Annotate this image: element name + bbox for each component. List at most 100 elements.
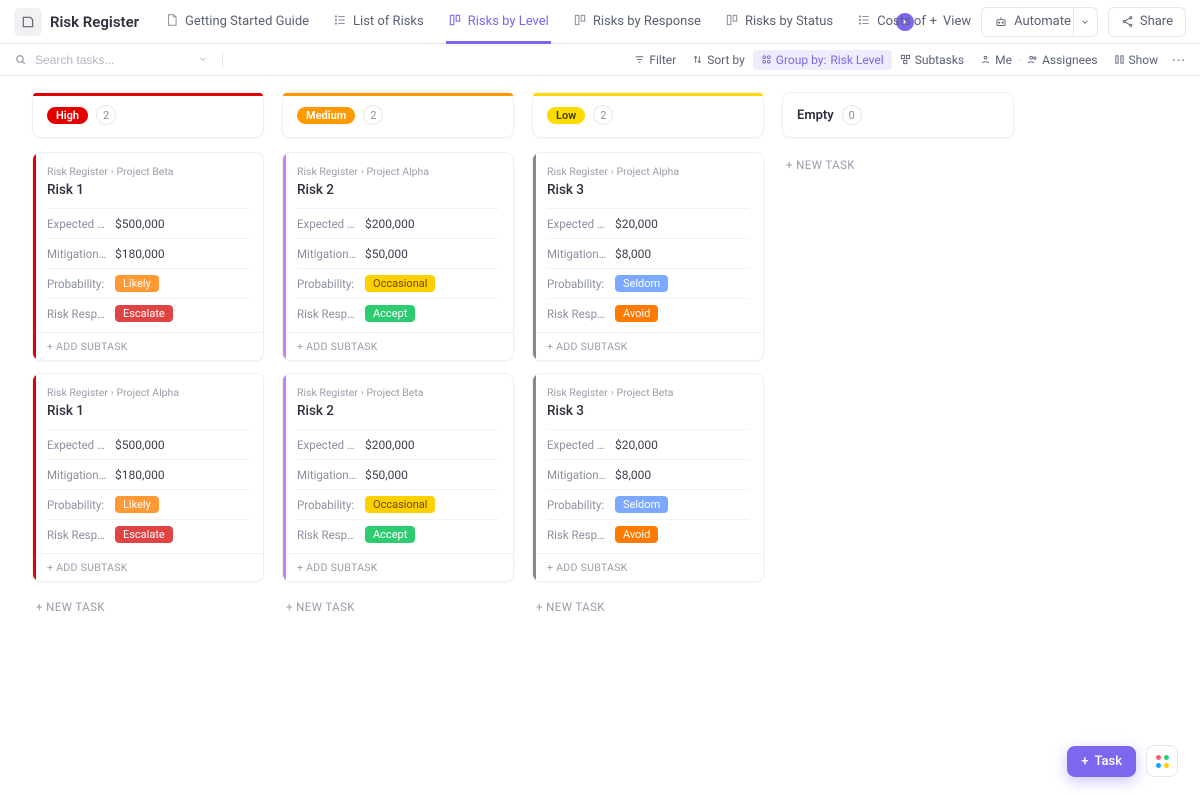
assignees-button[interactable]: Assignees bbox=[1019, 50, 1105, 70]
tab-label: Costs of bbox=[877, 14, 926, 29]
page-title: Risk Register bbox=[50, 13, 139, 31]
column-high: High 2 Risk Register›Project Beta Risk 1… bbox=[32, 92, 264, 620]
breadcrumb: Risk Register›Project Beta bbox=[547, 386, 749, 399]
field-label-mitigation: Mitigation Cost bbox=[547, 468, 609, 482]
sort-icon bbox=[692, 54, 703, 65]
chevron-right-icon: › bbox=[111, 388, 114, 398]
add-subtask-button[interactable]: + ADD SUBTASK bbox=[33, 332, 263, 360]
share-button[interactable]: Share bbox=[1108, 7, 1186, 37]
breadcrumb-segment[interactable]: Risk Register bbox=[547, 386, 608, 399]
field-label-expected-cost: Expected Cost if Risk Occurs bbox=[547, 217, 609, 231]
field-value-expected-cost: $500,000 bbox=[115, 438, 165, 452]
automate-button[interactable]: Automate bbox=[981, 7, 1098, 37]
tab-risks-by-status[interactable]: Risks by Status bbox=[713, 0, 845, 43]
new-task-button[interactable]: + NEW TASK bbox=[532, 594, 764, 620]
page-icon[interactable] bbox=[14, 8, 42, 36]
field-label-response: Risk Response: bbox=[547, 528, 609, 542]
breadcrumb-segment[interactable]: Project Alpha bbox=[117, 386, 179, 399]
probability-tag: Likely bbox=[115, 275, 159, 292]
tab-risks-by-response[interactable]: Risks by Response bbox=[561, 0, 713, 43]
new-task-button[interactable]: + NEW TASK bbox=[32, 594, 264, 620]
chevron-down-icon[interactable] bbox=[1073, 8, 1097, 36]
column-cards: Risk Register›Project Beta Risk 1 Expect… bbox=[32, 152, 264, 620]
column-header[interactable]: High 2 bbox=[32, 92, 264, 138]
breadcrumb-segment[interactable]: Risk Register bbox=[47, 165, 108, 178]
breadcrumb-segment[interactable]: Project Beta bbox=[117, 165, 174, 178]
breadcrumb-segment[interactable]: Risk Register bbox=[297, 386, 358, 399]
more-menu-button[interactable]: ··· bbox=[1172, 53, 1186, 67]
field-label-response: Risk Response: bbox=[297, 307, 359, 321]
field-label-probability: Probability: bbox=[547, 277, 609, 291]
breadcrumb-segment[interactable]: Risk Register bbox=[547, 165, 608, 178]
breadcrumb-segment[interactable]: Risk Register bbox=[47, 386, 108, 399]
header-bar: Risk Register Getting Started Guide List … bbox=[0, 0, 1200, 44]
column-count: 2 bbox=[96, 105, 116, 125]
field-value-expected-cost: $20,000 bbox=[615, 438, 658, 452]
sort-label: Sort by bbox=[707, 53, 745, 67]
breadcrumb-segment[interactable]: Project Alpha bbox=[617, 165, 679, 178]
subtasks-button[interactable]: Subtasks bbox=[892, 50, 972, 70]
field-label-expected-cost: Expected Cost if Risk Occurs bbox=[547, 438, 609, 452]
new-task-button[interactable]: + NEW TASK bbox=[282, 594, 514, 620]
probability-tag: Seldom bbox=[615, 496, 668, 513]
breadcrumb-segment[interactable]: Project Alpha bbox=[367, 165, 429, 178]
chevron-right-icon: › bbox=[361, 388, 364, 398]
column-header[interactable]: Medium 2 bbox=[282, 92, 514, 138]
task-card[interactable]: Risk Register›Project Beta Risk 1 Expect… bbox=[32, 152, 264, 361]
group-by-button[interactable]: Group by: Risk Level bbox=[753, 50, 892, 70]
add-subtask-button[interactable]: + ADD SUBTASK bbox=[283, 332, 513, 360]
breadcrumb-segment[interactable]: Project Beta bbox=[367, 386, 424, 399]
filter-button[interactable]: Filter bbox=[626, 50, 684, 70]
task-card[interactable]: Risk Register›Project Alpha Risk 1 Expec… bbox=[32, 373, 264, 582]
apps-fab[interactable] bbox=[1146, 745, 1178, 777]
task-title: Risk 1 bbox=[47, 182, 249, 198]
column-medium: Medium 2 Risk Register›Project Alpha Ris… bbox=[282, 92, 514, 620]
show-label: Show bbox=[1129, 53, 1159, 67]
chevron-right-icon: › bbox=[611, 167, 614, 177]
field-value-expected-cost: $20,000 bbox=[615, 217, 658, 231]
header-actions: Automate Share bbox=[981, 7, 1186, 37]
board-icon bbox=[725, 13, 739, 31]
tab-risks-by-level[interactable]: Risks by Level bbox=[436, 0, 561, 43]
board-icon bbox=[448, 13, 462, 31]
add-subtask-button[interactable]: + ADD SUBTASK bbox=[283, 553, 513, 581]
add-subtask-button[interactable]: + ADD SUBTASK bbox=[533, 553, 763, 581]
task-card[interactable]: Risk Register›Project Alpha Risk 2 Expec… bbox=[282, 152, 514, 361]
add-view-button[interactable]: + View bbox=[920, 0, 982, 43]
new-task-button[interactable]: + NEW TASK bbox=[782, 152, 1014, 178]
task-card[interactable]: Risk Register›Project Alpha Risk 3 Expec… bbox=[532, 152, 764, 361]
breadcrumb: Risk Register›Project Alpha bbox=[297, 165, 499, 178]
search-wrap bbox=[14, 53, 214, 67]
column-header[interactable]: Empty 0 bbox=[782, 92, 1014, 138]
share-icon bbox=[1121, 15, 1134, 28]
task-card[interactable]: Risk Register›Project Beta Risk 2 Expect… bbox=[282, 373, 514, 582]
breadcrumb-segment[interactable]: Project Beta bbox=[617, 386, 674, 399]
people-icon bbox=[1027, 54, 1038, 65]
field-value-expected-cost: $200,000 bbox=[365, 217, 415, 231]
columns-icon bbox=[1114, 54, 1125, 65]
chevron-down-icon[interactable] bbox=[198, 53, 208, 67]
show-button[interactable]: Show bbox=[1106, 50, 1167, 70]
column-header[interactable]: Low 2 bbox=[532, 92, 764, 138]
search-input[interactable] bbox=[35, 53, 214, 67]
task-card[interactable]: Risk Register›Project Beta Risk 3 Expect… bbox=[532, 373, 764, 582]
field-label-mitigation: Mitigation Cost bbox=[47, 468, 109, 482]
sort-button[interactable]: Sort by bbox=[684, 50, 753, 70]
new-task-fab[interactable]: + Task bbox=[1067, 746, 1136, 777]
search-icon bbox=[14, 53, 27, 66]
field-value-mitigation: $50,000 bbox=[365, 468, 408, 482]
breadcrumb-segment[interactable]: Risk Register bbox=[297, 165, 358, 178]
tab-list-of-risks[interactable]: List of Risks bbox=[321, 0, 436, 43]
task-title: Risk 1 bbox=[47, 403, 249, 419]
tab-label: List of Risks bbox=[353, 14, 424, 29]
field-label-expected-cost: Expected Cost if Risk Occurs bbox=[297, 217, 359, 231]
add-subtask-button[interactable]: + ADD SUBTASK bbox=[533, 332, 763, 360]
response-tag: Escalate bbox=[115, 526, 173, 543]
column-label: Empty bbox=[797, 108, 834, 123]
doc-icon bbox=[165, 13, 179, 31]
add-subtask-button[interactable]: + ADD SUBTASK bbox=[33, 553, 263, 581]
tab-getting-started-guide[interactable]: Getting Started Guide bbox=[153, 0, 321, 43]
column-level-pill: Medium bbox=[297, 107, 355, 124]
me-button[interactable]: Me bbox=[972, 50, 1020, 70]
subtasks-label: Subtasks bbox=[915, 53, 964, 67]
